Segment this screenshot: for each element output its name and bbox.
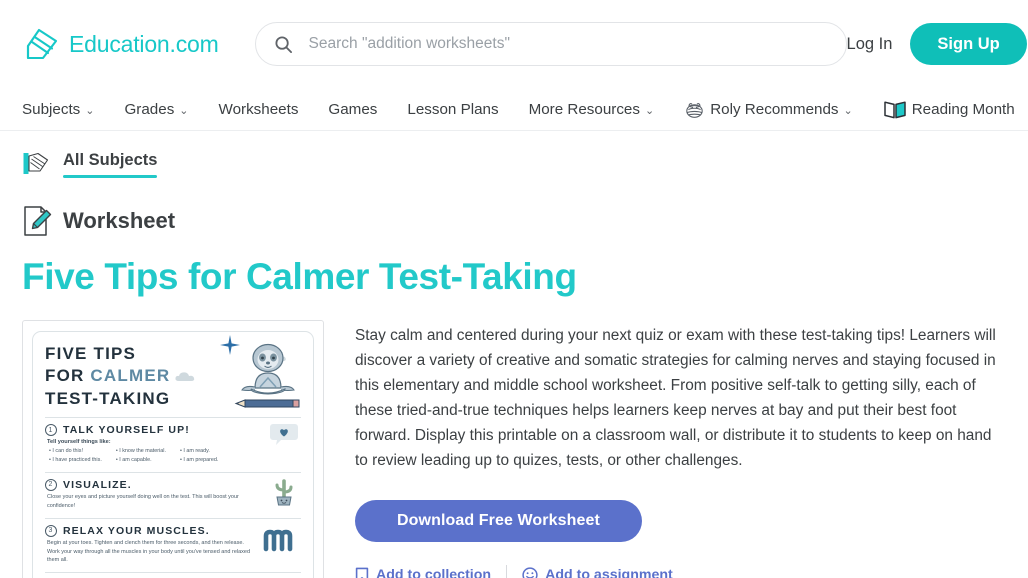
subject-tab-label: All Subjects xyxy=(63,150,158,169)
site-logo[interactable]: Education.com xyxy=(22,24,219,64)
search-box[interactable] xyxy=(254,22,847,66)
section-heading: RELAX YOUR MUSCLES. xyxy=(63,524,210,537)
resource-type-row: Worksheet xyxy=(22,205,1006,237)
resource-details: Stay calm and centered during your next … xyxy=(355,320,1006,578)
cactus-plant-icon xyxy=(275,479,293,506)
page-title: Five Tips for Calmer Test-Taking xyxy=(22,256,577,297)
page-content: Worksheet Five Tips for Calmer Test-Taki… xyxy=(0,205,1028,578)
signup-button[interactable]: Sign Up xyxy=(910,23,1027,65)
list-item: • I am prepared. xyxy=(179,456,219,463)
active-tab-underline xyxy=(63,174,158,178)
nav-item-subjects[interactable]: Subjects ⌄ xyxy=(22,101,94,118)
divider xyxy=(45,572,301,574)
nav-item-roly-recommends[interactable]: Roly Recommends ⌄ xyxy=(684,100,853,119)
divider xyxy=(45,517,301,519)
education-books-logo-icon xyxy=(26,28,58,60)
worksheet-section: 3 RELAX YOUR MUSCLES. Begin at your toes… xyxy=(45,524,301,566)
worksheet-thumbnail[interactable]: FIVE TIPS FOR CALMER TEST-TAKING 1 TALK … xyxy=(22,319,324,578)
search-input[interactable] xyxy=(306,34,828,54)
meditating-sloth-icon xyxy=(234,343,300,408)
section-body: Begin at your toes. Tighten and clench t… xyxy=(47,539,251,564)
nav-label: Grades xyxy=(124,100,175,118)
section-list-col: • I am ready. • I am prepared. xyxy=(180,447,218,465)
resource-main: FIVE TIPS FOR CALMER TEST-TAKING 1 TALK … xyxy=(22,319,1006,578)
nav-label: Games xyxy=(328,100,378,118)
nav-item-worksheets[interactable]: Worksheets xyxy=(219,101,299,118)
section-list-col: • I can do this! • I have practiced this… xyxy=(49,447,102,465)
action-label: Add to assignment xyxy=(545,567,673,578)
subject-bar: All Subjects xyxy=(0,131,1028,179)
list-item: • I know the material. xyxy=(115,448,166,454)
worksheet-section: 1 TALK YOURSELF UP! Tell yourself things… xyxy=(45,424,301,465)
add-to-assignment-button[interactable]: Add to assignment xyxy=(522,567,673,578)
ws-title-line3: TEST-TAKING xyxy=(45,388,171,408)
search-container xyxy=(254,22,847,66)
section-number: 2 xyxy=(45,478,57,491)
main-navigation: Subjects ⌄ Grades ⌄ Worksheets Games Les… xyxy=(0,88,1028,131)
list-item: • I am ready. xyxy=(179,448,210,454)
assignment-face-icon xyxy=(522,567,538,578)
divider xyxy=(45,471,301,473)
chevron-down-icon: ⌄ xyxy=(85,104,95,117)
nav-label: More Resources xyxy=(528,100,640,118)
heart-speech-bubble-icon xyxy=(270,424,298,445)
ws-title-for: FOR xyxy=(45,366,91,386)
chevron-down-icon: ⌄ xyxy=(179,104,189,117)
ws-title-line1: FIVE TIPS xyxy=(45,343,137,363)
ws-title-calmer: CALMER xyxy=(90,366,171,386)
nav-item-reading-month[interactable]: Reading Month xyxy=(883,99,1015,120)
subject-tab-all-subjects[interactable]: All Subjects xyxy=(63,150,158,178)
site-header: Education.com Log In Sign Up xyxy=(0,0,1028,88)
open-book-icon xyxy=(883,100,906,118)
resource-description: Stay calm and centered during your next … xyxy=(355,326,996,470)
worksheet-section: 2 VISUALIZE. Close your eyes and picture… xyxy=(45,478,301,511)
nav-label: Lesson Plans xyxy=(407,100,499,118)
list-item: • I can do this! xyxy=(49,448,83,454)
section-heading: VISUALIZE. xyxy=(63,478,132,491)
list-item: • I am capable. xyxy=(115,456,152,463)
action-divider xyxy=(506,565,508,578)
download-free-worksheet-button[interactable]: Download Free Worksheet xyxy=(355,500,642,543)
chevron-down-icon: ⌄ xyxy=(644,104,655,117)
section-number: 3 xyxy=(45,524,57,537)
login-link[interactable]: Log In xyxy=(847,35,893,54)
cloud-icon xyxy=(175,372,195,381)
section-list-col: • I know the material. • I am capable. xyxy=(116,447,166,465)
nav-label: Reading Month xyxy=(911,100,1015,118)
section-subtitle: Tell yourself things like: xyxy=(47,439,111,445)
nav-label: Subjects xyxy=(22,100,81,118)
bookmark-icon xyxy=(355,567,369,578)
list-item: • I have practiced this. xyxy=(49,456,102,463)
worksheet-preview-canvas: FIVE TIPS FOR CALMER TEST-TAKING 1 TALK … xyxy=(23,321,323,578)
nav-label: Worksheets xyxy=(218,100,299,118)
section-body: Close your eyes and picture yourself doi… xyxy=(47,493,239,509)
nav-item-more-resources[interactable]: More Resources ⌄ xyxy=(529,101,655,118)
worksheet-pencil-icon xyxy=(24,206,52,236)
resource-type-label: Worksheet xyxy=(63,208,176,233)
nav-item-games[interactable]: Games xyxy=(328,101,377,118)
nav-item-lesson-plans[interactable]: Lesson Plans xyxy=(407,101,498,118)
all-subjects-icon xyxy=(23,152,49,174)
search-icon xyxy=(275,35,292,53)
squiggle-muscle-icon xyxy=(263,529,293,551)
section-heading: TALK YOURSELF UP! xyxy=(63,424,190,436)
divider xyxy=(45,417,301,418)
header-actions: Log In Sign Up xyxy=(847,23,1027,65)
roly-pillbug-icon xyxy=(686,102,703,118)
nav-item-grades[interactable]: Grades ⌄ xyxy=(124,101,188,118)
logo-text: Education.com xyxy=(69,30,219,57)
chevron-down-icon: ⌄ xyxy=(843,104,853,117)
action-label: Add to collection xyxy=(376,567,492,578)
section-number: 1 xyxy=(45,424,57,436)
add-to-collection-button[interactable]: Add to collection xyxy=(355,567,491,578)
nav-label: Roly Recommends xyxy=(710,100,839,118)
resource-actions: Add to collection Add to assignment xyxy=(355,565,1006,578)
